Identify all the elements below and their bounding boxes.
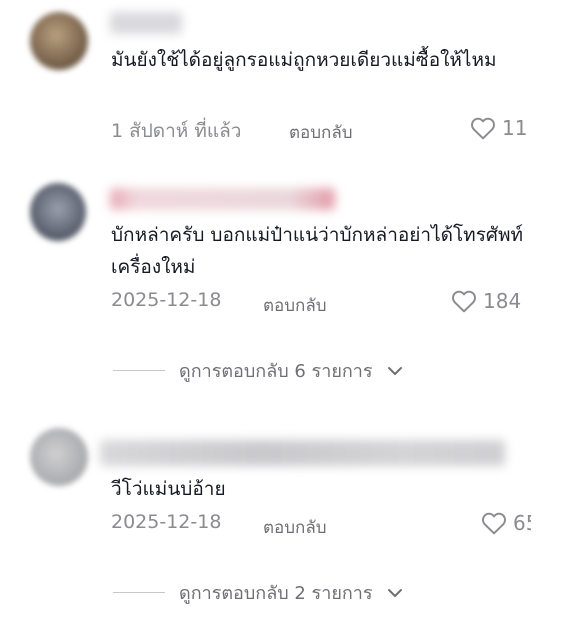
comment-item: วีโว่แม่นบ่อ้าย 2025-12-18 ตอบกลับ 65 ดู… [0, 0, 569, 629]
heart-outline-icon [482, 512, 506, 535]
chevron-down-icon [387, 588, 402, 597]
comment-text: วีโว่แม่นบ่อ้าย [111, 478, 226, 500]
avatar[interactable] [30, 428, 88, 486]
like-button[interactable]: 65 [481, 511, 538, 535]
comment-time: 2025-12-18 [111, 511, 222, 533]
divider-line [113, 592, 165, 593]
view-replies-button[interactable]: ดูการตอบกลับ 2 รายการ [113, 578, 403, 607]
view-replies-label: ดูการตอบกลับ 2 รายการ [179, 583, 373, 604]
crop-edge [531, 0, 569, 629]
reply-button[interactable]: ตอบกลับ [263, 514, 327, 541]
username-blurred[interactable] [100, 440, 505, 466]
